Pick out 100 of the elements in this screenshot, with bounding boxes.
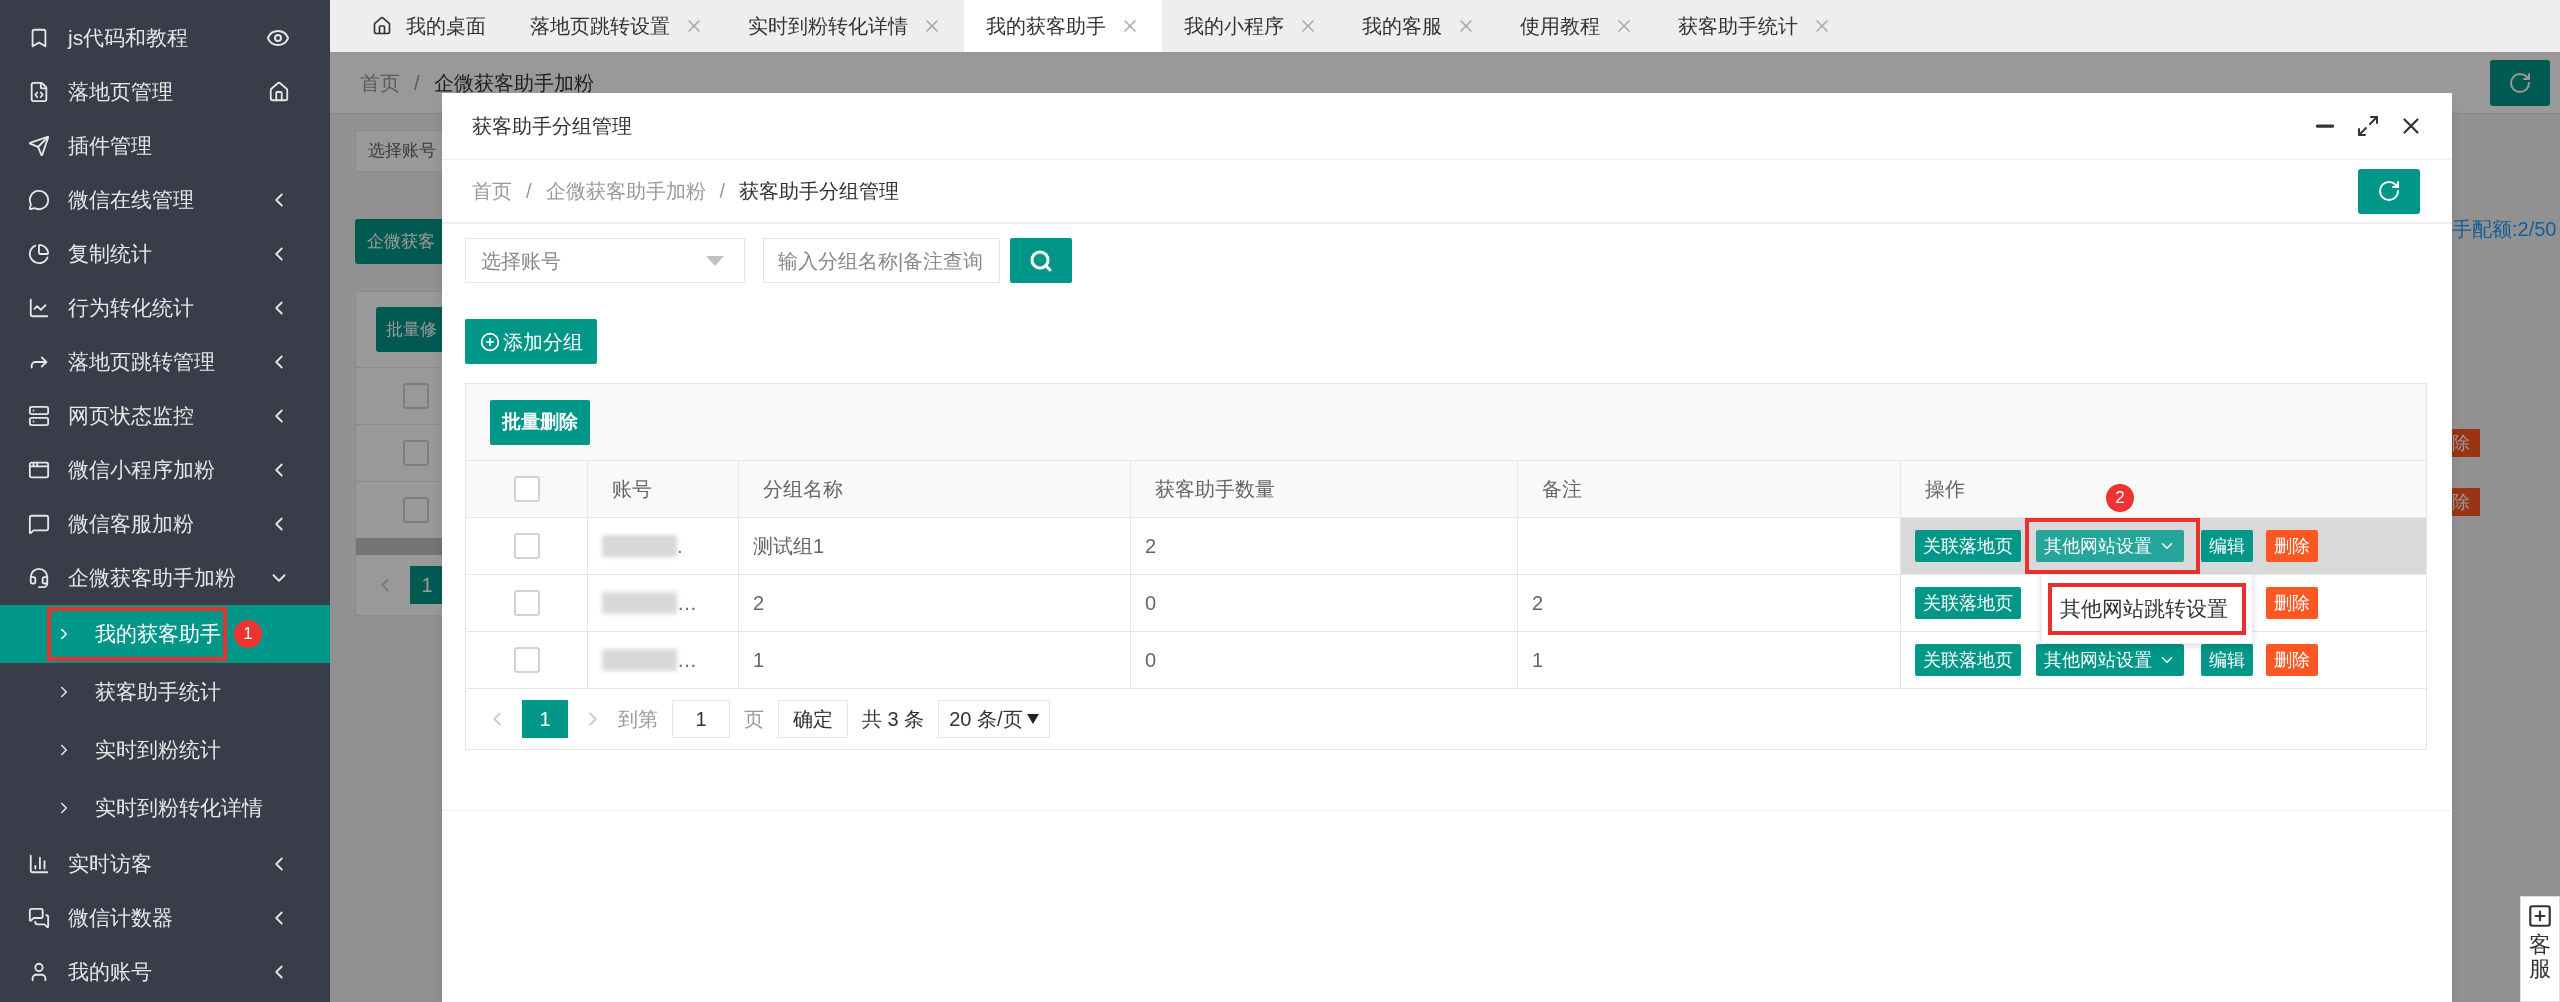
chat-bubbles-icon: [28, 189, 50, 211]
headset-icon: [28, 567, 50, 589]
refresh-button[interactable]: [2358, 168, 2420, 214]
sidebar-item[interactable]: 落地页管理: [0, 65, 330, 119]
page-number[interactable]: 1: [522, 700, 568, 738]
edit-button[interactable]: 编辑: [2201, 530, 2253, 562]
refresh-icon: [2377, 179, 2401, 203]
pie-chart-icon: [28, 243, 50, 265]
checkbox[interactable]: [403, 440, 429, 466]
blurred-account-icon: [602, 649, 677, 671]
server-icon: [28, 405, 50, 427]
dialog-title: 获客助手分组管理: [472, 114, 633, 139]
tab[interactable]: 我的客服: [1340, 0, 1498, 52]
home-icon: [372, 16, 392, 36]
search-field[interactable]: 输入分组名称|备注查询: [763, 238, 1000, 283]
checkbox[interactable]: [403, 383, 429, 409]
sidebar-item[interactable]: 实时访客: [0, 837, 330, 891]
sidebar-item[interactable]: 企微获客助手加粉: [0, 551, 330, 605]
submenu-item[interactable]: 获客助手统计: [0, 663, 330, 721]
batch-delete-button[interactable]: 批量删除: [490, 399, 590, 445]
add-group-button[interactable]: 添加分组: [465, 319, 597, 364]
tab[interactable]: 落地页跳转设置: [508, 0, 726, 52]
checkbox[interactable]: [513, 647, 540, 673]
account-select[interactable]: 选择账号: [465, 238, 745, 283]
submenu-item[interactable]: 实时到粉统计: [0, 721, 330, 779]
sidebar-item[interactable]: 微信在线管理: [0, 173, 330, 227]
column-header: 操作: [1925, 477, 1965, 502]
table-cell-text: 测试组1: [753, 534, 825, 559]
submenu-item[interactable]: 我的获客助手 1: [0, 605, 330, 663]
app-window-icon: [28, 459, 50, 481]
link-page-button[interactable]: 关联落地页: [1915, 644, 2021, 676]
page-input[interactable]: 1: [672, 700, 730, 738]
table-cell-text: 0: [1145, 591, 1157, 616]
table-cell-text: 1: [1532, 648, 1544, 673]
checkbox[interactable]: [403, 497, 429, 523]
checkbox[interactable]: [513, 476, 540, 502]
sidebar-item[interactable]: 微信客服加粉: [0, 497, 330, 551]
sidebar-item[interactable]: 微信计数器: [0, 891, 330, 945]
table-cell-text: 2: [1532, 591, 1544, 616]
blurred-account-icon: [602, 592, 677, 614]
table-cell-text: 2: [753, 591, 765, 616]
table-cell-text: 0: [1145, 648, 1157, 673]
submenu-item[interactable]: 实时到粉转化详情: [0, 779, 330, 837]
link-page-button[interactable]: 关联落地页: [1915, 587, 2021, 619]
account-select[interactable]: 选择账号: [355, 130, 442, 172]
table-cell-text: 1: [753, 648, 765, 673]
breadcrumb-separator: /: [719, 179, 726, 204]
refresh-icon: [2508, 70, 2532, 95]
refresh-button[interactable]: [2490, 59, 2550, 106]
sidebar-item[interactable]: 行为转化统计: [0, 281, 330, 335]
line-chart-icon: [28, 297, 50, 319]
sidebar-item[interactable]: 微信小程序加粉: [0, 443, 330, 497]
breadcrumb-link[interactable]: 获客助手分组管理: [739, 176, 900, 206]
checkbox[interactable]: [513, 533, 540, 559]
link-page-button[interactable]: 关联落地页: [1915, 530, 2021, 562]
paper-plane-icon: [28, 135, 50, 157]
confirm-button[interactable]: 确定: [778, 700, 848, 738]
search-icon: [1029, 248, 1053, 273]
tab[interactable]: 获客助手统计: [1656, 0, 1854, 52]
dropdown-button[interactable]: 其他网站设置: [2036, 644, 2184, 676]
blurred-account-icon: [602, 535, 677, 557]
column-header: 获客助手数量: [1155, 477, 1275, 502]
chat-window-icon: [28, 513, 50, 535]
column-header: 账号: [612, 477, 652, 502]
table-cell-text: …: [677, 648, 697, 673]
bar-chart-icon: [28, 853, 50, 875]
page-size-select[interactable]: 20 条/页: [938, 700, 1051, 738]
tab[interactable]: 实时到粉转化详情: [726, 0, 964, 52]
home-icon: [268, 81, 290, 103]
breadcrumb-separator: /: [526, 179, 532, 204]
tab[interactable]: 我的小程序: [1162, 0, 1340, 52]
maximize-icon[interactable]: [2356, 114, 2380, 138]
search-button[interactable]: [1010, 238, 1072, 283]
sidebar-item[interactable]: 复制统计: [0, 227, 330, 281]
sidebar-item[interactable]: 我的账号: [0, 945, 330, 999]
total-count: 共 3 条: [862, 707, 925, 732]
sidebar-item[interactable]: 网页状态监控: [0, 389, 330, 443]
checkbox[interactable]: [513, 590, 540, 616]
table-cell-text: 2: [1145, 534, 1157, 559]
plus-square-icon: [2527, 903, 2553, 929]
tab[interactable]: 我的桌面: [350, 0, 508, 52]
chat-bubbles-icon: [28, 907, 50, 929]
customer-service-widget[interactable]: 客服: [2520, 896, 2560, 1002]
pager-label: 页: [744, 707, 764, 732]
column-header: 备注: [1542, 477, 1582, 502]
sidebar-item[interactable]: 落地页跳转管理: [0, 335, 330, 389]
quota-text: 手配额:2/50: [2452, 217, 2558, 242]
sidebar-item[interactable]: js代码和教程: [0, 11, 330, 65]
table-cell-text: .: [677, 534, 683, 559]
plus-circle-icon: [479, 331, 500, 352]
table-cell-text: …: [677, 591, 697, 616]
sidebar-item[interactable]: 插件管理: [0, 119, 330, 173]
column-header: 分组名称: [763, 477, 843, 502]
edit-button[interactable]: 编辑: [2201, 644, 2253, 676]
tab[interactable]: 我的获客助手: [964, 0, 1162, 52]
dropdown-triangle-icon: [1027, 714, 1040, 724]
file-code-icon: [28, 81, 50, 103]
tab[interactable]: 使用教程: [1498, 0, 1656, 52]
menu-item[interactable]: 其他网站跳转设置: [2048, 583, 2246, 635]
breadcrumb-separator: /: [414, 70, 420, 96]
